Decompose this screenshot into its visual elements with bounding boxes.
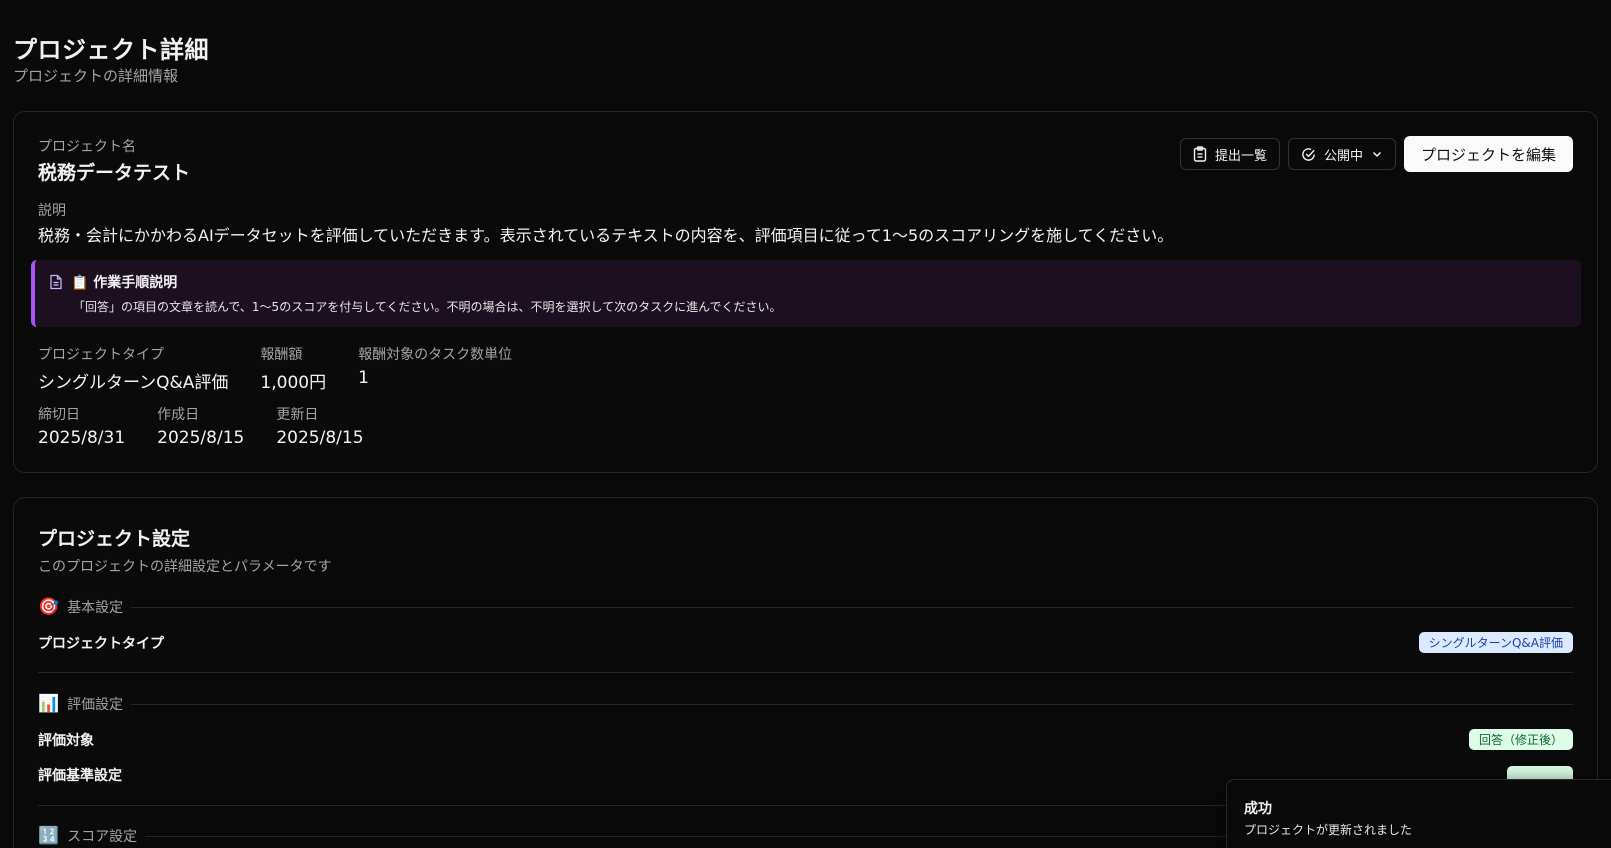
clipboard-icon bbox=[1193, 146, 1207, 162]
meta-created: 作成日 2025/8/15 bbox=[157, 404, 244, 448]
check-circle-icon bbox=[1301, 147, 1316, 162]
toast-message: プロジェクトが更新されました bbox=[1244, 823, 1413, 837]
meta-value: シングルターンQ&A評価 bbox=[38, 373, 229, 393]
page-subtitle: プロジェクトの詳細情報 bbox=[13, 67, 179, 85]
page-title: プロジェクト詳細 bbox=[13, 36, 209, 64]
settings-title: プロジェクト設定 bbox=[38, 528, 191, 550]
project-meta-row-1: プロジェクトタイプ シングルターンQ&A評価 報酬額 1,000円 報酬対象のタ… bbox=[38, 344, 512, 393]
toast-title: 成功 bbox=[1244, 801, 1272, 817]
meta-label: 報酬対象のタスク数単位 bbox=[358, 347, 513, 363]
meta-reward-unit: 報酬対象のタスク数単位 1 bbox=[358, 344, 512, 393]
setting-row-project-type: プロジェクトタイプ シングルターンQ&A評価 bbox=[38, 632, 1573, 653]
meta-updated: 更新日 2025/8/15 bbox=[276, 404, 363, 448]
instructions-text: 「回答」の項目の文章を読んで、1〜5のスコアを付与してください。不明の場合は、不… bbox=[73, 300, 782, 314]
group-title: スコア設定 bbox=[67, 829, 138, 845]
meta-value: 2025/8/31 bbox=[38, 428, 126, 448]
target-icon: 🎯 bbox=[38, 597, 60, 617]
meta-label: 締切日 bbox=[38, 407, 80, 423]
numbers-icon: 🔢 bbox=[38, 826, 60, 846]
bar-chart-icon: 📊 bbox=[38, 694, 60, 714]
project-actions: 提出一覧 公開中 プロジェクトを編集 bbox=[1179, 136, 1573, 172]
divider bbox=[131, 606, 1573, 608]
meta-label: プロジェクトタイプ bbox=[38, 347, 164, 363]
description-label: 説明 bbox=[38, 203, 66, 219]
status-dropdown[interactable]: 公開中 bbox=[1287, 138, 1396, 170]
eval-target-badge: 回答（修正後） bbox=[1468, 729, 1573, 750]
eval-settings-header: 📊 評価設定 bbox=[38, 694, 1573, 714]
project-name-label: プロジェクト名 bbox=[38, 139, 136, 155]
meta-reward: 報酬額 1,000円 bbox=[260, 344, 326, 393]
meta-label: 報酬額 bbox=[260, 347, 303, 363]
chevron-down-icon bbox=[1371, 148, 1383, 160]
submissions-button-label: 提出一覧 bbox=[1214, 148, 1267, 164]
group-title: 評価設定 bbox=[67, 697, 124, 713]
settings-subtitle: このプロジェクトの詳細設定とパラメータです bbox=[38, 559, 332, 575]
meta-value: 1 bbox=[358, 368, 369, 388]
status-label: 公開中 bbox=[1323, 148, 1363, 164]
document-icon bbox=[49, 274, 63, 294]
project-type-badge: シングルターンQ&A評価 bbox=[1418, 632, 1573, 653]
description-text: 税務・会計にかかわるAIデータセットを評価していただきます。表示されているテキス… bbox=[38, 226, 1174, 245]
meta-value: 1,000円 bbox=[260, 373, 327, 393]
meta-label: 更新日 bbox=[276, 407, 319, 423]
instructions-callout: 📋 作業手順説明 「回答」の項目の文章を読んで、1〜5のスコアを付与してください… bbox=[31, 260, 1581, 327]
setting-label: プロジェクトタイプ bbox=[38, 635, 164, 652]
submissions-button[interactable]: 提出一覧 bbox=[1179, 138, 1280, 170]
setting-label: 評価対象 bbox=[38, 732, 94, 749]
meta-value: 2025/8/15 bbox=[157, 428, 245, 448]
meta-project-type: プロジェクトタイプ シングルターンQ&A評価 bbox=[38, 344, 228, 393]
success-toast[interactable]: 成功 プロジェクトが更新されました bbox=[1226, 779, 1611, 848]
edit-project-button[interactable]: プロジェクトを編集 bbox=[1403, 136, 1573, 172]
project-info-card: プロジェクト名 税務データテスト 提出一覧 公開中 プロジェクトを編集 説明 税… bbox=[13, 111, 1598, 473]
project-meta-row-2: 締切日 2025/8/31 作成日 2025/8/15 更新日 2025/8/1… bbox=[38, 404, 364, 448]
basic-settings-header: 🎯 基本設定 bbox=[38, 597, 1573, 617]
meta-deadline: 締切日 2025/8/31 bbox=[38, 404, 125, 448]
meta-label: 作成日 bbox=[157, 407, 200, 423]
divider bbox=[131, 703, 1573, 705]
page: プロジェクト詳細 プロジェクトの詳細情報 プロジェクト名 税務データテスト 提出… bbox=[0, 0, 1611, 848]
setting-row-eval-target: 評価対象 回答（修正後） bbox=[38, 729, 1573, 750]
group-title: 基本設定 bbox=[67, 600, 124, 616]
meta-value: 2025/8/15 bbox=[276, 428, 364, 448]
instructions-title: 📋 作業手順説明 bbox=[71, 275, 178, 291]
project-name: 税務データテスト bbox=[38, 162, 191, 184]
divider bbox=[38, 672, 1573, 673]
setting-label: 評価基準設定 bbox=[38, 768, 122, 784]
